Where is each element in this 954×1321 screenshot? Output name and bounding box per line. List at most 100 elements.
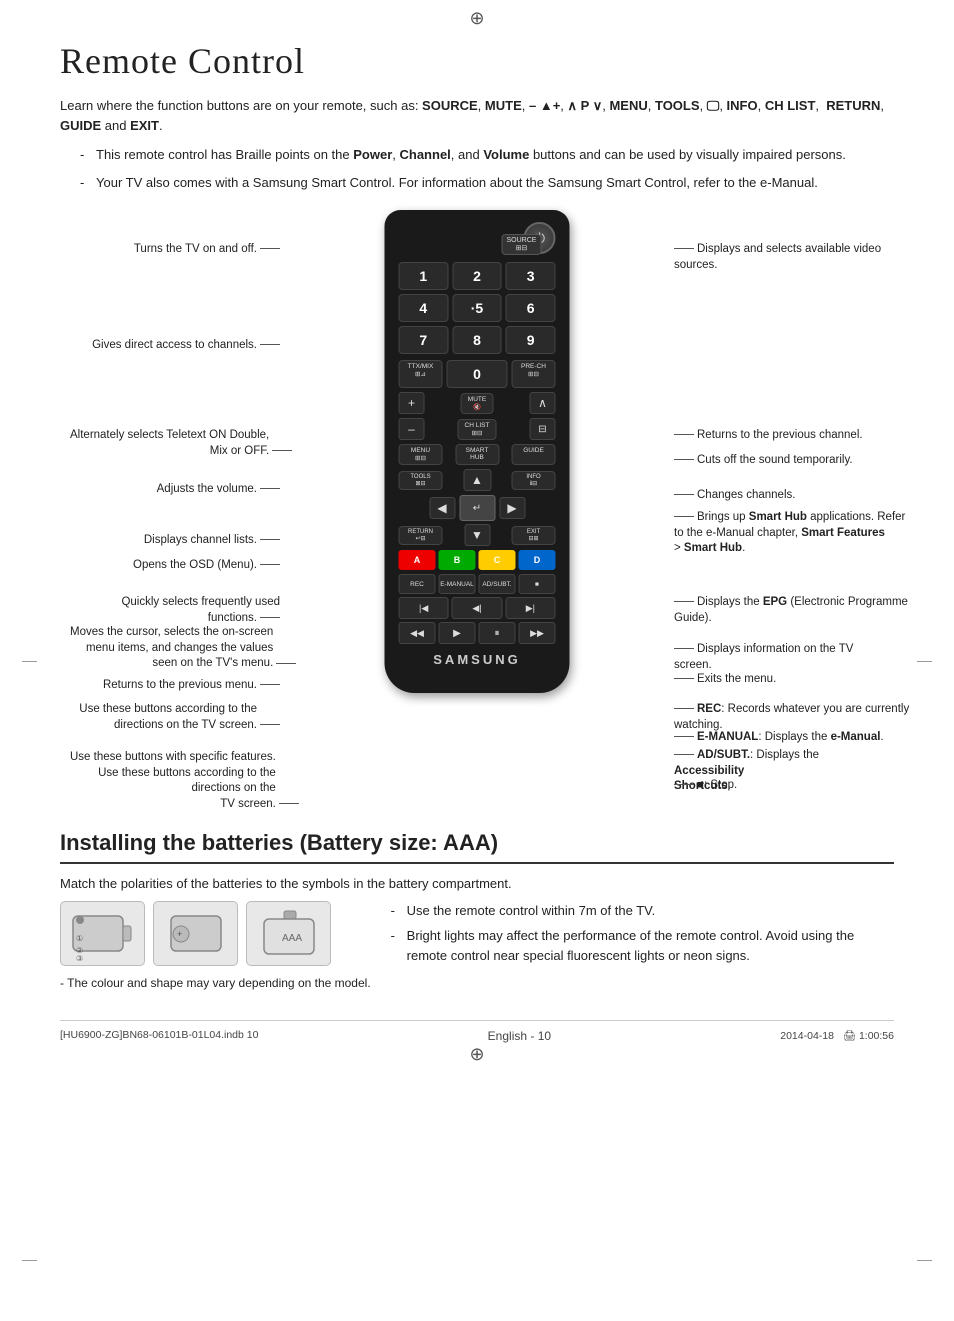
guide-button[interactable]: GUIDE: [512, 444, 556, 465]
btn-8[interactable]: 8: [452, 326, 502, 354]
annot-mute: Cuts off the sound temporarily.: [674, 453, 884, 469]
media-row: ◀◀ ▶ ⏸ ▶▶: [399, 622, 556, 644]
skip-back-button[interactable]: |◀: [399, 597, 449, 619]
battery-bottom-note: The colour and shape may vary depending …: [60, 976, 371, 990]
annot-volume: Adjusts the volume.: [70, 482, 280, 498]
bottom-crosshair: ⊕: [469, 1044, 484, 1065]
ttx-button[interactable]: TTX/MIX⊞⊿: [399, 360, 443, 388]
stop-button[interactable]: ■: [519, 574, 556, 594]
pause-button[interactable]: ⏸: [479, 622, 516, 644]
diagram-area: Turns the TV on and off. Gives direct ac…: [60, 210, 894, 810]
bullet-list: This remote control has Braille points o…: [80, 145, 894, 192]
edge-mark-left: [22, 661, 37, 662]
btn-0[interactable]: 0: [447, 360, 508, 388]
info-button[interactable]: INFOℹ⊟: [512, 471, 556, 490]
up-button[interactable]: ▲: [463, 469, 491, 491]
btn-3[interactable]: 3: [506, 262, 556, 290]
btn-4[interactable]: 4: [399, 294, 449, 322]
exit-button[interactable]: EXIT⊟⊞: [512, 526, 556, 545]
battery-note-1: Use the remote control within 7m of the …: [391, 901, 894, 921]
btn-6[interactable]: 6: [506, 294, 556, 322]
number-grid: 1 2 3 4 ·5 6 7 8 9: [399, 262, 556, 354]
battery-content: ① ② ③ +: [60, 901, 894, 990]
footer-right: 2014-04-18 🖨 1:00:56: [780, 1029, 894, 1043]
intro-text: Learn where the function buttons are on …: [60, 96, 894, 135]
ch-list-button[interactable]: CH LIST⊞⊟: [458, 419, 497, 440]
annot-exit: Exits the menu.: [674, 672, 884, 688]
return-row: RETURN↩⊟ ▼ EXIT⊟⊞: [399, 524, 556, 546]
battery-right-notes: Use the remote control within 7m of the …: [391, 901, 894, 971]
prech-button[interactable]: PRE-CH⊞⊟: [512, 360, 556, 388]
menu-button[interactable]: MENU⊞⊟: [399, 444, 443, 465]
battery-images: ① ② ③ +: [60, 901, 371, 966]
annot-teletext: Alternately selects Teletext ON Double,M…: [70, 428, 280, 459]
battery-image-2: +: [153, 901, 238, 966]
remote-control: ⏻ SOURCE⊞⊟ 1 2 3 4 ·5 6 7 8 9 TTX/MI: [385, 210, 570, 693]
annot-info: Displays information on the TV screen.: [674, 642, 884, 673]
btn-2[interactable]: 2: [452, 262, 502, 290]
annot-ch-change: Changes channels.: [674, 488, 884, 504]
edge-mark-right: [917, 661, 932, 662]
rec-row: REC E-MANUAL AD/SUBT. ■: [399, 574, 556, 594]
enter-button[interactable]: ↵: [459, 495, 495, 521]
annot-emanual: E-MANUAL: Displays the e-Manual.: [674, 730, 884, 746]
right-button[interactable]: ▶: [499, 497, 525, 519]
btn-7[interactable]: 7: [399, 326, 449, 354]
annot-dpad: Moves the cursor, selects the on-screenm…: [70, 625, 280, 672]
samsung-logo: SAMSUNG: [399, 652, 556, 667]
source-button[interactable]: SOURCE⊞⊟: [502, 234, 542, 255]
btn-9[interactable]: 9: [506, 326, 556, 354]
btn-a[interactable]: A: [399, 550, 436, 570]
bullet-item-2: Your TV also comes with a Samsung Smart …: [80, 173, 894, 193]
btn-d[interactable]: D: [519, 550, 556, 570]
left-button[interactable]: ◀: [429, 497, 455, 519]
battery-note-2: Bright lights may affect the performance…: [391, 926, 894, 966]
battery-image-1: ① ② ③: [60, 901, 145, 966]
vol-chlist-row: – CH LIST⊞⊟ ⊟: [399, 418, 556, 440]
annot-stop: ■: Stop.: [674, 778, 884, 794]
footer-center: English - 10: [258, 1029, 780, 1043]
colored-buttons: A B C D: [399, 550, 556, 570]
return-button[interactable]: RETURN↩⊟: [399, 526, 443, 545]
ch-down-button[interactable]: ⊟: [529, 418, 555, 440]
vol-up-button[interactable]: +: [399, 392, 425, 414]
btn-1[interactable]: 1: [399, 262, 449, 290]
page-footer: [HU6900-ZG]BN68-06101B-01L04.indb 10 Eng…: [60, 1020, 894, 1043]
svg-text:+: +: [177, 929, 182, 939]
annot-ch-list: Displays channel lists.: [70, 533, 280, 549]
annot-color-btns: Use these buttons according to thedirect…: [70, 702, 280, 733]
ff-button[interactable]: ▶▶: [519, 622, 556, 644]
rew-button[interactable]: ◀◀: [399, 622, 436, 644]
page-title: Remote Control: [60, 40, 894, 82]
tools-row: TOOLS⊠⊟ ▲ INFOℹ⊟: [399, 469, 556, 491]
annot-menu: Opens the OSD (Menu).: [70, 558, 280, 574]
btn-5[interactable]: ·5: [452, 294, 502, 322]
battery-title: Installing the batteries (Battery size: …: [60, 830, 894, 864]
mute-button[interactable]: MUTE🔇: [461, 393, 493, 414]
ttx-row: TTX/MIX⊞⊿ 0 PRE-CH⊞⊟: [399, 360, 556, 388]
menu-row: MENU⊞⊟ SMARTHUB GUIDE: [399, 444, 556, 465]
annot-prech: Returns to the previous channel.: [674, 428, 884, 444]
top-crosshair: ⊕: [469, 8, 484, 29]
annot-tools: Quickly selects frequently used function…: [70, 595, 280, 626]
annot-media-btns: Use these buttons with specific features…: [70, 750, 280, 812]
btn-c[interactable]: C: [479, 550, 516, 570]
mute-ch-row: + MUTE🔇 ∧: [399, 392, 556, 414]
rec-button[interactable]: REC: [399, 574, 436, 594]
vol-down-button[interactable]: –: [399, 418, 425, 440]
battery-subtitle: Match the polarities of the batteries to…: [60, 876, 894, 891]
annot-return: Returns to the previous menu.: [70, 678, 280, 694]
annot-smart-hub: Brings up Smart Hub applications. Refert…: [674, 510, 884, 557]
tools-button[interactable]: TOOLS⊠⊟: [399, 471, 443, 490]
play-button[interactable]: ▶: [439, 622, 476, 644]
down-button[interactable]: ▼: [464, 524, 490, 546]
emanual-button[interactable]: E-MANUAL: [439, 574, 476, 594]
annot-rec: REC: Records whatever you are currentlyw…: [674, 702, 884, 733]
btn-b[interactable]: B: [439, 550, 476, 570]
skip-fwd-button[interactable]: ▶|: [505, 597, 555, 619]
smart-hub-button[interactable]: SMARTHUB: [455, 444, 499, 465]
lr-row: ◀ ↵ ▶: [399, 495, 556, 521]
adsubt-button[interactable]: AD/SUBT.: [479, 574, 516, 594]
prev-button[interactable]: ◀|: [452, 597, 502, 619]
ch-up-button[interactable]: ∧: [529, 392, 555, 414]
